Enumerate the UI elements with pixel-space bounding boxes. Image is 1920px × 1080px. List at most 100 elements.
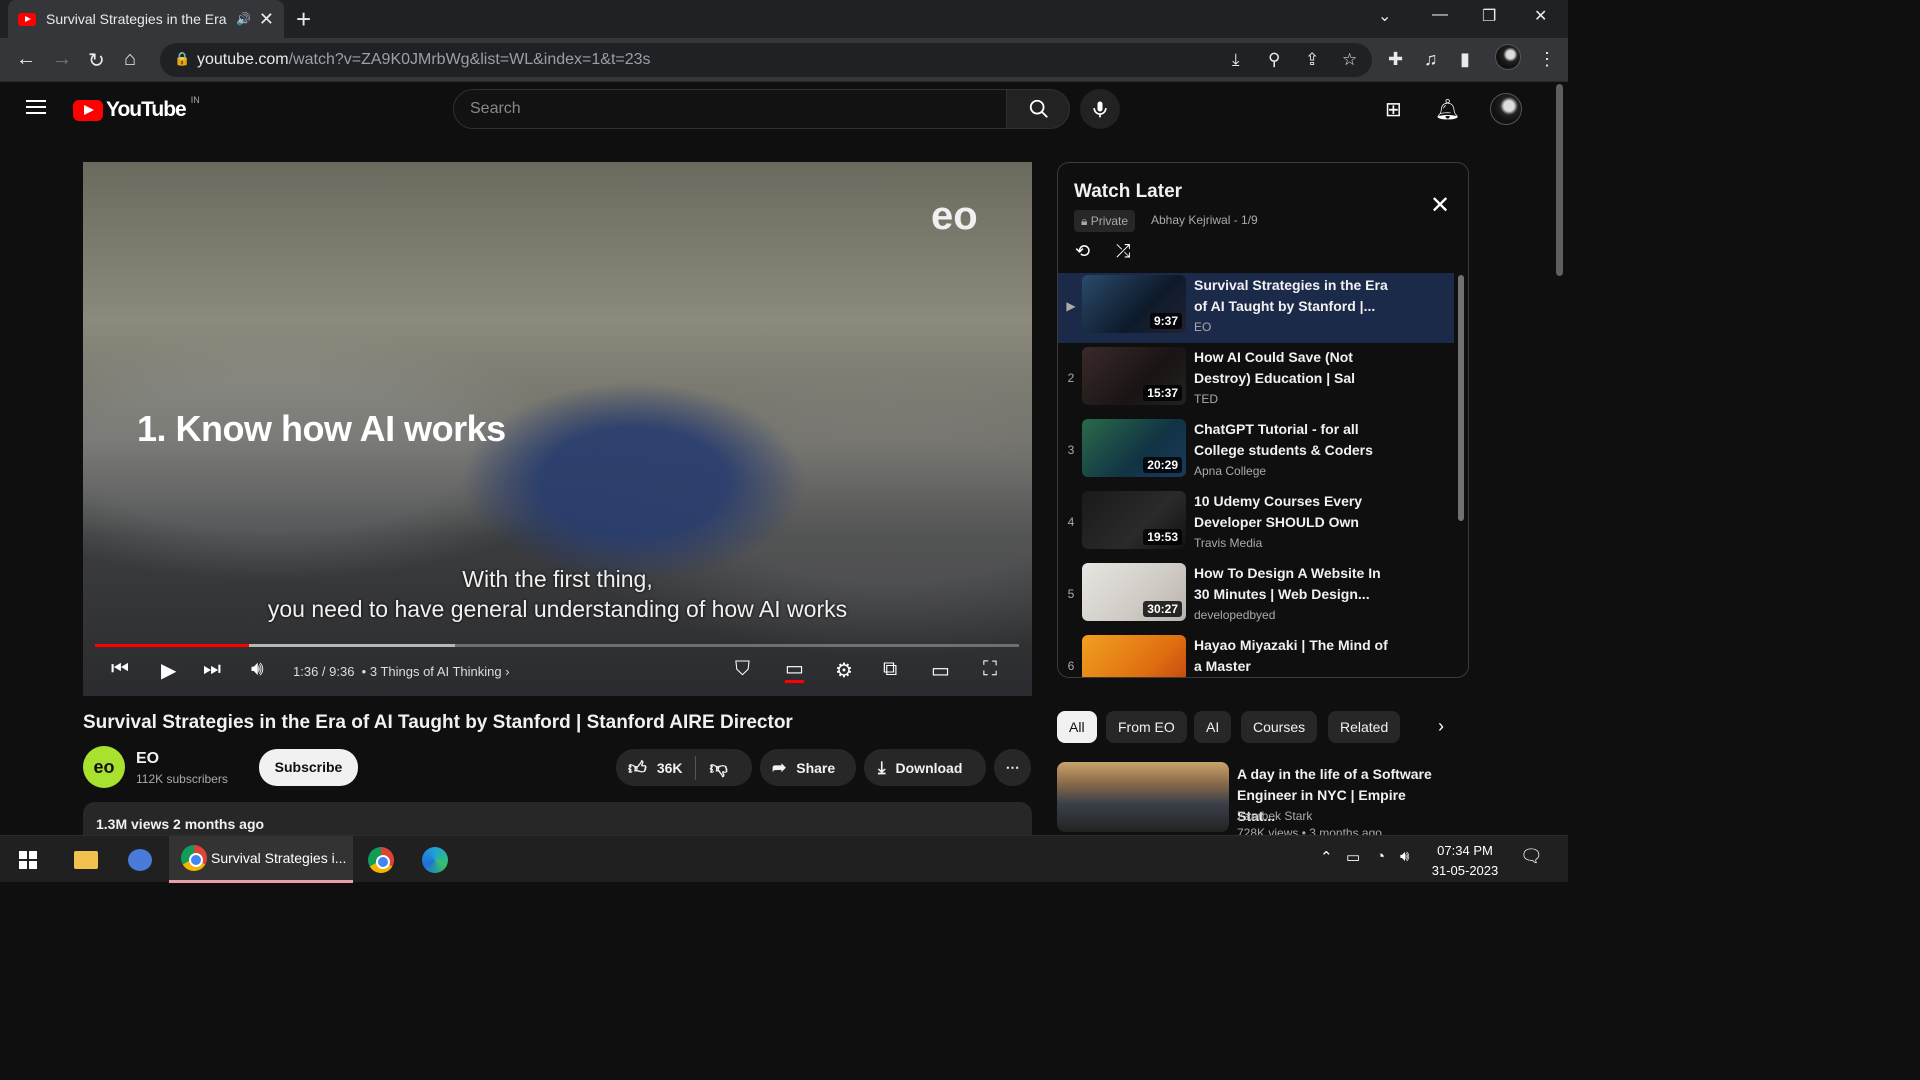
- progress-bar[interactable]: [95, 644, 1019, 647]
- reload-icon[interactable]: ↻: [88, 48, 105, 73]
- create-video-icon[interactable]: ⊞: [1385, 97, 1402, 122]
- start-button[interactable]: [8, 836, 48, 883]
- youtube-logo[interactable]: YouTube IN: [73, 95, 200, 122]
- playlist-item[interactable]: 2 15:37 How AI Could Save (Not Destroy) …: [1058, 345, 1454, 415]
- video-thumbnail[interactable]: 9:37: [1082, 275, 1186, 333]
- minimize-icon[interactable]: —: [1432, 6, 1448, 24]
- media-control-icon[interactable]: ♫: [1424, 49, 1438, 70]
- playlist-title[interactable]: Watch Later: [1074, 181, 1182, 203]
- search-input[interactable]: [454, 90, 974, 128]
- subtitles-icon[interactable]: ▭: [785, 658, 804, 683]
- search-button[interactable]: [1006, 89, 1070, 129]
- playlist-item[interactable]: ▶ 9:37 Survival Strategies in the Era of…: [1058, 273, 1454, 343]
- home-icon[interactable]: ⌂: [124, 48, 136, 71]
- zoom-icon[interactable]: ⚲: [1268, 50, 1280, 70]
- address-bar[interactable]: 🔒 youtube.com/watch?v=ZA9K0JMrbWg&list=W…: [160, 43, 1372, 77]
- channel-avatar[interactable]: eo: [83, 746, 125, 788]
- chips-next-icon[interactable]: ›: [1438, 716, 1444, 737]
- page-scrollbar[interactable]: [1556, 84, 1563, 276]
- fullscreen-icon[interactable]: ⛶: [983, 658, 997, 681]
- browser-tab[interactable]: Survival Strategies in the Era 🔊 ✕: [8, 0, 284, 38]
- chat-app[interactable]: [118, 836, 162, 883]
- playlist-video-title[interactable]: How To Design A Website In 30 Minutes | …: [1194, 563, 1394, 605]
- forward-icon[interactable]: →: [52, 48, 72, 71]
- taskbar-edge[interactable]: [414, 836, 456, 883]
- like-count[interactable]: 36K: [657, 760, 683, 776]
- bookmark-star-icon[interactable]: ☆: [1342, 50, 1357, 70]
- loop-icon[interactable]: ⟲: [1075, 241, 1090, 262]
- channel-name[interactable]: EO: [136, 750, 159, 768]
- playlist-channel[interactable]: Apna College: [1194, 464, 1266, 478]
- playlist-video-title[interactable]: How AI Could Save (Not Destroy) Educatio…: [1194, 347, 1394, 389]
- video-player[interactable]: eo 1. Know how AI works With the first t…: [83, 162, 1032, 696]
- theater-mode-icon[interactable]: ▭: [931, 658, 950, 683]
- chip-ai[interactable]: AI: [1194, 711, 1232, 743]
- notifications-bell-icon[interactable]: 🔔︎: [1435, 97, 1460, 122]
- restore-icon[interactable]: ❐: [1482, 6, 1496, 26]
- playlist-video-title[interactable]: Hayao Miyazaki | The Mind of a Master: [1194, 635, 1394, 677]
- playlist-video-title[interactable]: ChatGPT Tutorial - for all College stude…: [1194, 419, 1394, 461]
- playlist-item[interactable]: 3 20:29 ChatGPT Tutorial - for all Colle…: [1058, 417, 1454, 487]
- chip-from-eo[interactable]: From EO: [1106, 711, 1187, 743]
- profile-avatar[interactable]: [1495, 44, 1521, 70]
- playlist-channel[interactable]: TED: [1194, 392, 1218, 406]
- playlist-channel[interactable]: Travis Media: [1194, 536, 1262, 550]
- voice-search-button[interactable]: [1080, 89, 1120, 129]
- share-page-icon[interactable]: ⇪: [1305, 50, 1319, 70]
- like-icon[interactable]: 👍︎: [628, 757, 647, 779]
- playlist-item[interactable]: 6 Hayao Miyazaki | The Mind of a Master: [1058, 633, 1454, 677]
- playlist-item[interactable]: 4 19:53 10 Udemy Courses Every Developer…: [1058, 489, 1454, 559]
- install-icon[interactable]: ⤓: [1232, 50, 1240, 70]
- show-hidden-icons[interactable]: ⌃: [1320, 848, 1333, 866]
- previous-icon[interactable]: ⏮︎: [111, 658, 129, 681]
- close-tab-icon[interactable]: ✕: [259, 9, 274, 30]
- system-clock[interactable]: 07:34 PM 31-05-2023: [1420, 841, 1510, 881]
- chip-all[interactable]: All: [1057, 711, 1097, 743]
- speaker-icon[interactable]: 🔊: [236, 12, 251, 26]
- account-avatar[interactable]: [1490, 93, 1522, 125]
- video-thumbnail[interactable]: 30:27: [1082, 563, 1186, 621]
- shield-icon[interactable]: ⛉: [735, 658, 750, 681]
- subscribe-button[interactable]: Subscribe: [259, 749, 358, 786]
- menu-icon[interactable]: [26, 100, 46, 114]
- recommended-channel[interactable]: Zaurbek Stark: [1237, 809, 1312, 823]
- notification-center-icon[interactable]: 🗨︎: [1520, 846, 1543, 867]
- settings-gear-icon[interactable]: ⚙︎: [835, 658, 853, 683]
- browser-menu-icon[interactable]: ⋮: [1538, 49, 1556, 70]
- video-thumbnail[interactable]: 15:37: [1082, 347, 1186, 405]
- playlist-video-title[interactable]: Survival Strategies in the Era of AI Tau…: [1194, 275, 1394, 317]
- dislike-icon[interactable]: 👎︎: [710, 757, 728, 779]
- play-icon[interactable]: ▶︎: [161, 658, 176, 683]
- chip-courses[interactable]: Courses: [1241, 711, 1318, 743]
- close-playlist-icon[interactable]: ✕: [1430, 191, 1450, 220]
- more-actions-button[interactable]: ⋯: [994, 749, 1031, 786]
- video-thumbnail[interactable]: 19:53: [1082, 491, 1186, 549]
- share-button[interactable]: ➦ Share: [760, 749, 856, 786]
- video-thumbnail[interactable]: 20:29: [1082, 419, 1186, 477]
- download-button[interactable]: ⤓ Download: [864, 749, 986, 786]
- playlist-scrollbar[interactable]: [1458, 275, 1464, 521]
- extensions-icon[interactable]: ✚: [1388, 49, 1403, 70]
- side-panel-icon[interactable]: ▮: [1460, 49, 1470, 70]
- volume-tray-icon[interactable]: 🔊︎: [1400, 848, 1409, 865]
- battery-icon[interactable]: ▭: [1346, 848, 1360, 866]
- file-explorer-app[interactable]: [64, 836, 108, 883]
- back-icon[interactable]: ←: [16, 48, 36, 71]
- taskbar-chrome-active[interactable]: Survival Strategies i...: [169, 836, 353, 883]
- window-close-icon[interactable]: ✕: [1534, 6, 1547, 26]
- playlist-channel[interactable]: EO: [1194, 320, 1211, 334]
- shuffle-icon[interactable]: ⤮: [1116, 241, 1130, 262]
- playlist-channel[interactable]: developedbyed: [1194, 608, 1275, 622]
- volume-icon[interactable]: 🔊︎: [251, 658, 264, 681]
- playlist-video-title[interactable]: 10 Udemy Courses Every Developer SHOULD …: [1194, 491, 1394, 533]
- taskbar-chrome-2[interactable]: [360, 836, 402, 883]
- chapter-title[interactable]: 3 Things of AI Thinking: [370, 664, 502, 679]
- recommended-thumbnail[interactable]: [1057, 762, 1229, 832]
- tab-search-icon[interactable]: ⌄: [1378, 6, 1391, 26]
- wifi-icon[interactable]: ◔: [1376, 848, 1385, 865]
- new-tab-icon[interactable]: +: [296, 4, 311, 35]
- next-icon[interactable]: ⏭︎: [203, 658, 221, 681]
- lock-icon[interactable]: 🔒: [174, 51, 190, 67]
- miniplayer-icon[interactable]: ⧉: [883, 658, 897, 681]
- chip-related[interactable]: Related: [1328, 711, 1401, 743]
